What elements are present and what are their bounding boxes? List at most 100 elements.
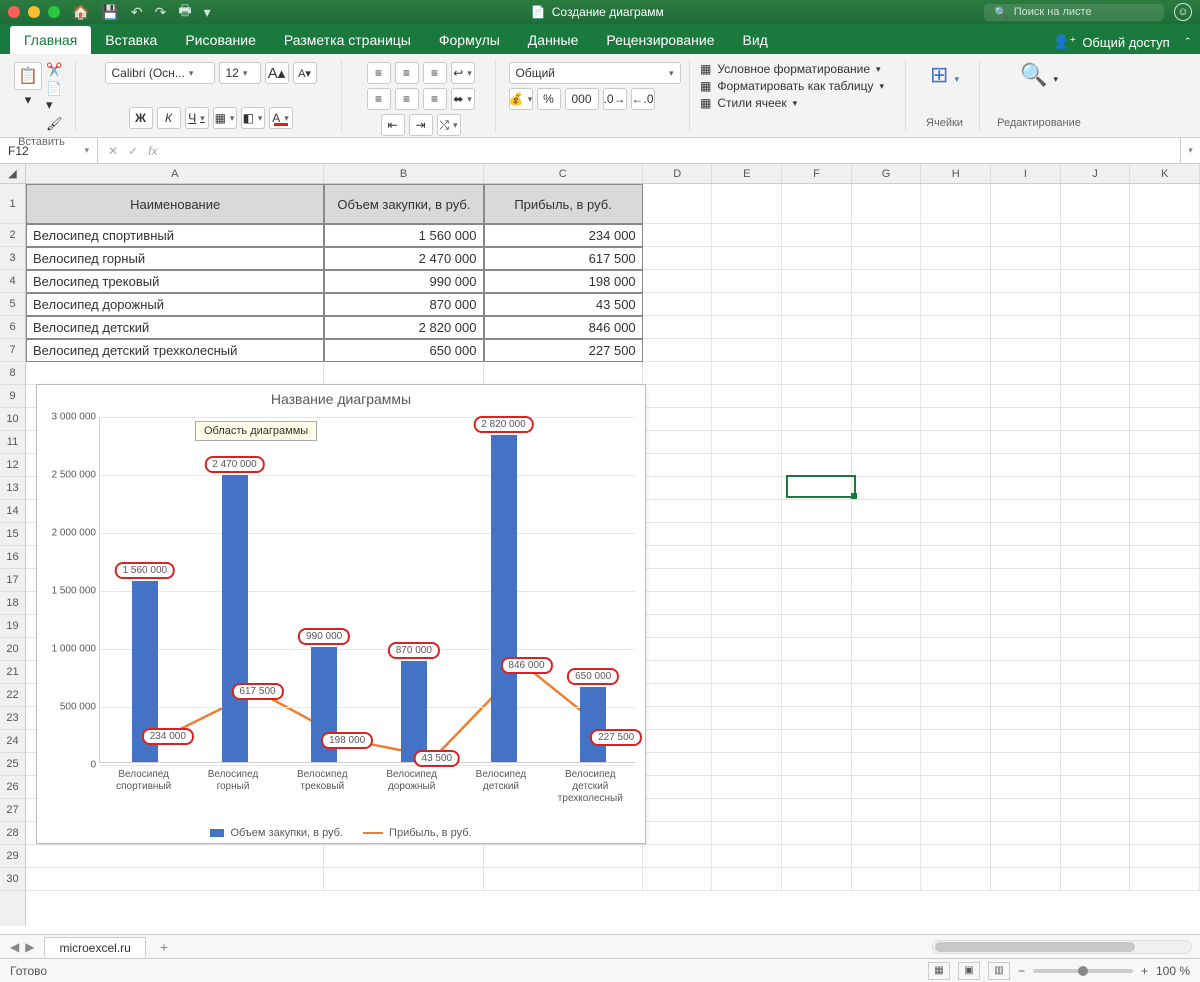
cell[interactable]	[643, 316, 713, 339]
minimize-window-icon[interactable]	[28, 6, 40, 18]
cell[interactable]	[712, 845, 782, 868]
align-center-icon[interactable]: ≡	[395, 88, 419, 110]
chart-data-label[interactable]: 1 560 000	[115, 562, 176, 579]
col-header[interactable]: E	[712, 164, 782, 183]
row-header[interactable]: 8	[0, 362, 25, 385]
cell[interactable]	[1130, 477, 1200, 500]
font-color-button[interactable]: A▾	[269, 107, 293, 129]
cell[interactable]	[712, 316, 782, 339]
chart-bar[interactable]	[401, 661, 427, 762]
cell[interactable]	[991, 431, 1061, 454]
horizontal-scrollbar[interactable]	[932, 940, 1192, 954]
table-cell[interactable]: Велосипед детский трехколесный	[26, 339, 324, 362]
chart-data-label[interactable]: 2 470 000	[204, 456, 265, 473]
sheet-next-icon[interactable]: ▶	[25, 940, 34, 954]
cell[interactable]	[643, 408, 713, 431]
cell[interactable]	[1130, 776, 1200, 799]
cell[interactable]	[1061, 569, 1131, 592]
cell[interactable]	[852, 569, 922, 592]
cell[interactable]	[1061, 615, 1131, 638]
cell[interactable]	[712, 546, 782, 569]
row-header[interactable]: 21	[0, 661, 25, 684]
table-cell[interactable]: Велосипед дорожный	[26, 293, 324, 316]
chart-legend[interactable]: Объем закупки, в руб. Прибыль, в руб.	[37, 827, 645, 839]
cell[interactable]	[712, 822, 782, 845]
col-header[interactable]: H	[921, 164, 991, 183]
sheet-prev-icon[interactable]: ◀	[10, 940, 19, 954]
cell[interactable]	[991, 868, 1061, 891]
row-header[interactable]: 27	[0, 799, 25, 822]
row-header[interactable]: 14	[0, 500, 25, 523]
cell[interactable]	[991, 270, 1061, 293]
cell[interactable]	[712, 270, 782, 293]
cell[interactable]	[782, 638, 852, 661]
row-header[interactable]: 29	[0, 845, 25, 868]
chart-bar[interactable]	[222, 475, 248, 762]
zoom-out-icon[interactable]: −	[1018, 964, 1025, 978]
cell[interactable]	[921, 247, 991, 270]
chart-data-label[interactable]: 846 000	[500, 657, 552, 674]
col-header[interactable]: C	[484, 164, 643, 183]
row-header[interactable]: 18	[0, 592, 25, 615]
chart-data-label[interactable]: 2 820 000	[473, 416, 534, 433]
cell[interactable]	[921, 224, 991, 247]
cell[interactable]	[852, 799, 922, 822]
cell[interactable]	[782, 224, 852, 247]
cell[interactable]	[712, 408, 782, 431]
cell[interactable]	[852, 684, 922, 707]
cell[interactable]	[782, 184, 852, 224]
cell[interactable]	[643, 362, 713, 385]
row-header[interactable]: 23	[0, 707, 25, 730]
col-header[interactable]: J	[1061, 164, 1131, 183]
cell[interactable]	[852, 753, 922, 776]
cell[interactable]	[921, 385, 991, 408]
row-header[interactable]: 24	[0, 730, 25, 753]
cell[interactable]	[1130, 293, 1200, 316]
cell[interactable]	[643, 822, 713, 845]
bold-button[interactable]: Ж	[129, 107, 153, 129]
cell[interactable]	[1061, 184, 1131, 224]
cell[interactable]	[991, 184, 1061, 224]
row-header[interactable]: 20	[0, 638, 25, 661]
font-name-select[interactable]: Calibri (Осн...▾	[105, 62, 215, 84]
cell[interactable]	[921, 615, 991, 638]
cell[interactable]	[643, 339, 713, 362]
cell[interactable]	[1130, 247, 1200, 270]
zoom-level[interactable]: 100 %	[1156, 964, 1190, 978]
cell[interactable]	[1061, 592, 1131, 615]
home-icon[interactable]: 🏠	[72, 4, 89, 21]
cell[interactable]	[852, 184, 922, 224]
cell[interactable]	[1130, 592, 1200, 615]
align-bottom-icon[interactable]: ≡	[423, 62, 447, 84]
cell[interactable]	[921, 500, 991, 523]
table-cell[interactable]: 650 000	[324, 339, 483, 362]
cell[interactable]	[1061, 799, 1131, 822]
cell[interactable]	[782, 776, 852, 799]
cell[interactable]	[324, 362, 483, 385]
cell[interactable]	[712, 431, 782, 454]
cell[interactable]	[991, 730, 1061, 753]
table-cell[interactable]: 198 000	[484, 270, 643, 293]
close-window-icon[interactable]	[8, 6, 20, 18]
cell[interactable]	[921, 569, 991, 592]
cell[interactable]	[782, 822, 852, 845]
cell[interactable]	[852, 454, 922, 477]
cell[interactable]	[782, 385, 852, 408]
cell[interactable]	[991, 822, 1061, 845]
row-header[interactable]: 7	[0, 339, 25, 362]
row-header[interactable]: 28	[0, 822, 25, 845]
cell[interactable]	[921, 822, 991, 845]
chart-data-label[interactable]: 990 000	[298, 628, 350, 645]
name-box[interactable]: F12▾	[0, 138, 98, 163]
cell[interactable]	[643, 431, 713, 454]
chart-data-label[interactable]: 234 000	[142, 728, 194, 745]
number-format-select[interactable]: Общий▾	[509, 62, 681, 84]
table-header[interactable]: Объем закупки, в руб.	[324, 184, 483, 224]
col-header[interactable]: D	[643, 164, 713, 183]
col-header[interactable]: F	[782, 164, 852, 183]
sheet-search-input[interactable]: 🔍 Поиск на листе	[984, 4, 1164, 21]
chart-data-label[interactable]: 43 500	[414, 750, 461, 767]
table-cell[interactable]: 234 000	[484, 224, 643, 247]
cell[interactable]	[852, 431, 922, 454]
print-icon[interactable]: 🖶	[178, 0, 191, 24]
